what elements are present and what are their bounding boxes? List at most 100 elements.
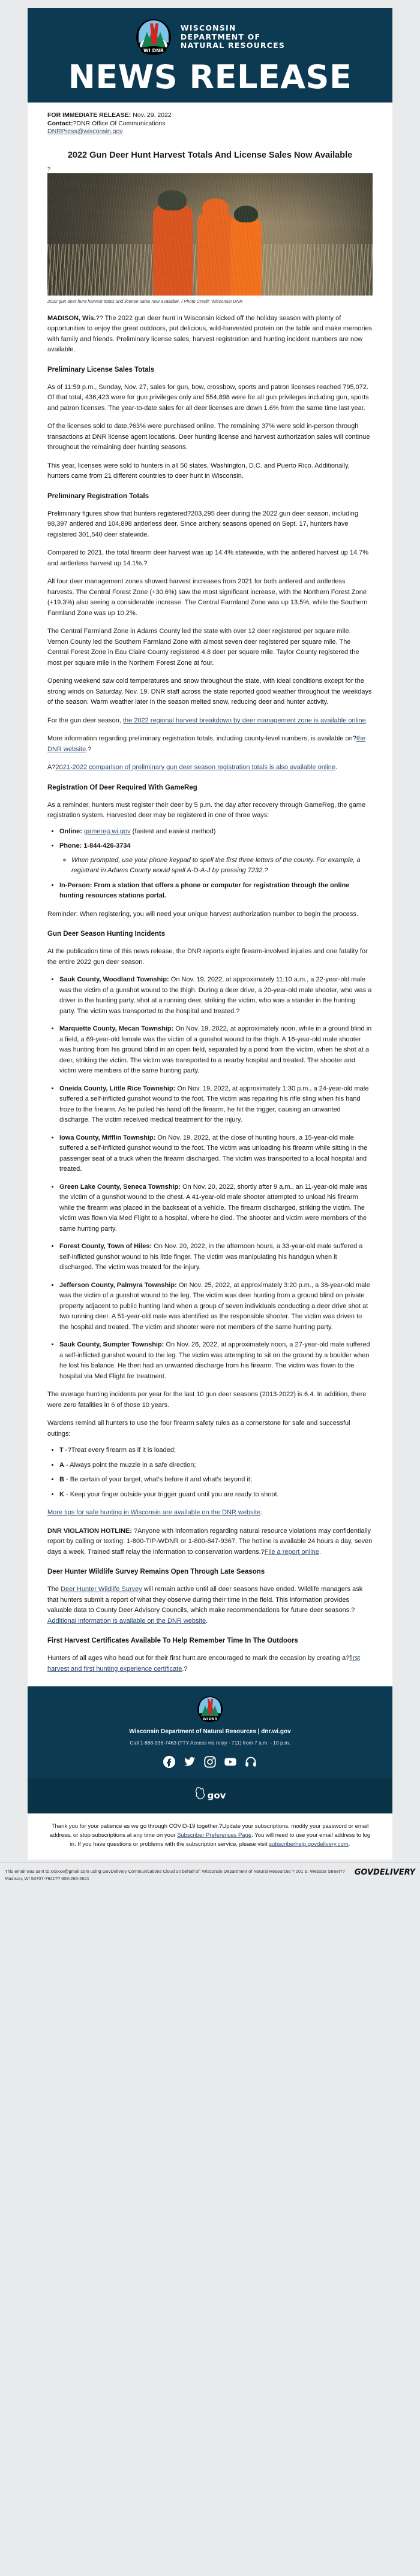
twitter-icon[interactable] <box>183 1755 196 1768</box>
rule-letter: T <box>59 1447 64 1454</box>
safe-hunting-link[interactable]: More tips for safe hunting in Wisconsin … <box>47 1509 260 1516</box>
incident-title: Sauk County, Woodland Township: <box>59 976 169 983</box>
comparison-paragraph: A?2021-2022 comparison of preliminary gu… <box>47 763 373 773</box>
list-item: Phone: 1-844-426-3734 When prompted, use… <box>59 841 373 876</box>
contact-email-link[interactable]: DNRPress@wisconsin.gov <box>47 128 123 135</box>
incident-title: Green Lake County, Seneca Township: <box>59 1183 181 1191</box>
survey-paragraph: The Deer Hunter Wildlife Survey will rem… <box>47 1584 373 1626</box>
subscriber-help-link[interactable]: subscriberhelp.govdelivery.com <box>269 1841 348 1848</box>
deer-hunter-survey-link[interactable]: Deer Hunter Wildlife Survey <box>61 1586 142 1593</box>
list-item: Oneida County, Little Rice Township: On … <box>59 1084 373 1126</box>
violation-label: DNR VIOLATION HOTLINE: <box>47 1527 132 1535</box>
hunter-figure-1 <box>153 189 193 296</box>
license-paragraph-2: Of the licenses sold to date,?63% were p… <box>47 423 370 451</box>
regional-post: . <box>365 716 368 724</box>
org-line-3: NATURAL RESOURCES <box>180 41 286 50</box>
list-item: Sauk County, Woodland Township: On Nov. … <box>59 975 373 1017</box>
list-item: Marquette County, Mecan Township: On Nov… <box>59 1024 373 1077</box>
hero-grass <box>47 243 373 296</box>
list-item: Sauk County, Sumpter Township: On Nov. 2… <box>59 1340 373 1382</box>
section-heading-license-sales: Preliminary License Sales Totals <box>47 366 155 373</box>
rule-letter: A <box>59 1461 64 1469</box>
youtube-icon[interactable] <box>224 1755 237 1768</box>
release-meta: FOR IMMEDIATE RELEASE: Nov. 29, 2022 Con… <box>47 103 373 136</box>
list-item: Online: gamereg.wi.gov (fastest and easi… <box>59 827 373 837</box>
regional-breakdown-paragraph: For the gun deer season, the 2022 region… <box>47 716 373 727</box>
contact-label: Contact: <box>47 119 73 127</box>
hero-image <box>47 173 373 296</box>
license-paragraph-3: This year, licenses were sold to hunters… <box>47 462 350 480</box>
svg-text:WI DNR: WI DNR <box>143 48 164 53</box>
incident-title: Forest County, Town of Hiles: <box>59 1243 152 1250</box>
govdelivery-logo: GOVDELIVERY <box>354 1868 415 1877</box>
gamereg-methods-list: Online: gamereg.wi.gov (fastest and easi… <box>47 827 373 902</box>
violation-hotline-paragraph: DNR VIOLATION HOTLINE: ?Anyone with info… <box>47 1526 373 1558</box>
subscriber-preferences-link[interactable]: Subscriber Preferences Page <box>177 1832 251 1839</box>
wisconsin-gov-bar: gov <box>28 1778 392 1813</box>
gamereg-reminder: Reminder: When registering, you will nee… <box>47 910 358 918</box>
gamereg-online-label: Online: <box>59 827 84 835</box>
license-paragraph-1: As of 11:59 p.m., Sunday, Nov. 27, sales… <box>47 383 369 412</box>
legal-text: This email was sent to xxxxxx@gmail.com … <box>5 1869 345 1881</box>
list-item: Jefferson County, Palmyra Township: On N… <box>59 1281 373 1333</box>
more-info-paragraph: More information regarding preliminary r… <box>47 734 373 755</box>
masthead-org-name: WISCONSIN DEPARTMENT OF NATURAL RESOURCE… <box>181 24 285 50</box>
survey-more-info-link[interactable]: Additional information is available on t… <box>47 1617 206 1625</box>
intro-paragraph: MADISON, Wis.?? The 2022 gun deer hunt i… <box>47 314 373 355</box>
gamereg-inperson-label: In-Person: From a station that offers a … <box>59 881 350 900</box>
registration-paragraph-1: Preliminary figures show that hunters re… <box>47 510 358 538</box>
registration-paragraph-5: Opening weekend saw cold temperatures an… <box>47 677 372 706</box>
footer-phone: Call 1-888-936-7463 (TTY Access via rela… <box>130 1740 290 1746</box>
gamereg-online-link[interactable]: gamereg.wi.gov <box>84 828 131 835</box>
safe-hunting-paragraph: More tips for safe hunting in Wisconsin … <box>47 1508 373 1519</box>
email-page: WI DNR WISCONSIN DEPARTMENT OF NATURAL R… <box>0 0 420 1890</box>
wisconsin-gov-logo: gov <box>194 1786 226 1801</box>
podcast-icon[interactable] <box>244 1755 257 1768</box>
org-line-1: WISCONSIN <box>180 23 236 33</box>
regional-breakdown-link[interactable]: the 2022 regional harvest breakdown by d… <box>123 717 366 724</box>
gamereg-phone-sub: When prompted, use your phone keypad to … <box>71 856 361 875</box>
certificates-pre: Hunters of all ages who head out for the… <box>47 1655 350 1662</box>
list-item: In-Person: From a station that offers a … <box>59 881 373 902</box>
certificates-paragraph: Hunters of all ages who head out for the… <box>47 1653 373 1674</box>
masthead: WI DNR WISCONSIN DEPARTMENT OF NATURAL R… <box>28 8 392 103</box>
more-info-pre: More information regarding preliminary r… <box>47 735 356 742</box>
social-links <box>46 1755 374 1768</box>
section-heading-incidents: Gun Deer Season Hunting Incidents <box>47 930 166 938</box>
page-title: 2022 Gun Deer Hunt Harvest Totals And Li… <box>67 150 353 160</box>
more-info-post: .? <box>86 745 92 753</box>
incidents-average: The average hunting incidents per year f… <box>47 1391 367 1409</box>
rule-text: - Be certain of your target, what's befo… <box>64 1476 252 1483</box>
survey-pre: The <box>47 1586 61 1593</box>
registration-paragraph-4: The Central Farmland Zone in Adams Count… <box>47 628 359 667</box>
gamereg-phone-sublist: When prompted, use your phone keypad to … <box>59 855 373 876</box>
masthead-logo-row: WI DNR WISCONSIN DEPARTMENT OF NATURAL R… <box>28 19 392 56</box>
facebook-icon[interactable] <box>163 1755 176 1768</box>
firearm-safety-rules-list: T -?Treat every firearm as if it is load… <box>47 1445 373 1500</box>
violation-after: . <box>319 1548 321 1556</box>
list-item: B - Be certain of your target, what's be… <box>59 1475 373 1486</box>
file-report-link[interactable]: File a report online <box>265 1548 319 1556</box>
gamereg-online-after: (fastest and easiest method) <box>130 827 216 835</box>
stray-character: ? <box>47 165 51 172</box>
email-sheet: WI DNR WISCONSIN DEPARTMENT OF NATURAL R… <box>28 8 392 1860</box>
dateline: MADISON, Wis. <box>47 314 96 322</box>
gamereg-phone-label: Phone: 1-844-426-3734 <box>59 842 131 849</box>
list-item: Forest County, Town of Hiles: On Nov. 20… <box>59 1242 373 1273</box>
registration-paragraph-2: Compared to 2021, the total firearm deer… <box>47 549 369 567</box>
contact-name: ?DNR Office Of Communications <box>73 119 166 127</box>
comparison-link[interactable]: 2021-2022 comparison of preliminary gun … <box>55 764 335 771</box>
thanks-post: . <box>348 1841 350 1848</box>
incident-title: Marquette County, Mecan Township: <box>59 1025 174 1032</box>
rule-text: -?Treat every firearm as if it is loaded… <box>63 1447 176 1454</box>
subscription-notice: Thank you for your patience as we go thr… <box>28 1813 392 1860</box>
instagram-icon[interactable] <box>203 1755 217 1768</box>
hunter-figure-2 <box>197 198 233 296</box>
rule-letter: K <box>59 1490 64 1498</box>
registration-paragraph-3: All four deer management zones showed ha… <box>47 578 368 617</box>
comparison-pre: A? <box>47 764 56 771</box>
rule-text: - Always point the muzzle in a safe dire… <box>64 1461 196 1469</box>
hunter-figure-3 <box>230 205 262 296</box>
gamereg-paragraph-1: As a reminder, hunters must register the… <box>47 801 366 820</box>
incidents-intro: At the publication time of this news rel… <box>47 948 368 966</box>
